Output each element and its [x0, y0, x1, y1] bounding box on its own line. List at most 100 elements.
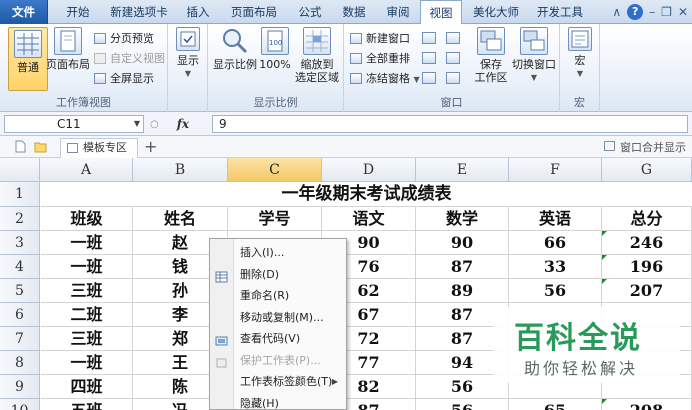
close-icon[interactable]: ✕ — [678, 5, 688, 19]
table-cell[interactable]: 90 — [416, 231, 509, 255]
header-cell[interactable]: 学号 — [228, 207, 322, 231]
row-header-6[interactable]: 6 — [0, 303, 40, 327]
table-cell[interactable]: 207 — [602, 279, 692, 303]
tab-review[interactable]: 审阅 — [378, 0, 418, 24]
save-workspace-button[interactable]: 保存 工作区 — [472, 27, 510, 84]
row-header-2[interactable]: 2 — [0, 207, 40, 231]
header-cell[interactable]: 姓名 — [133, 207, 228, 231]
column-header-d[interactable]: D — [322, 158, 416, 182]
collapse-ribbon-icon[interactable]: ∧ — [612, 5, 621, 19]
row-header-5[interactable]: 5 — [0, 279, 40, 303]
table-cell[interactable]: 56 — [416, 399, 509, 410]
header-cell[interactable]: 总分 — [602, 207, 692, 231]
context-menu-item[interactable]: 移动或复制(M)... — [210, 307, 346, 329]
formula-bar-expand-icon[interactable]: ○ — [150, 119, 159, 130]
row-header-4[interactable]: 4 — [0, 255, 40, 279]
unhide-window-icon[interactable] — [422, 72, 436, 84]
zoom-to-selection-button[interactable]: 缩放到 选定区域 — [292, 27, 342, 84]
tab-beautify[interactable]: 美化大师 — [466, 0, 526, 24]
table-cell[interactable]: 208 — [602, 399, 692, 410]
table-cell[interactable]: 56 — [509, 279, 602, 303]
table-cell[interactable]: 二班 — [41, 303, 133, 327]
show-button[interactable]: 显示 ▼ — [173, 27, 203, 80]
table-cell[interactable]: 一班 — [41, 231, 133, 255]
formula-input[interactable]: 9 — [212, 115, 688, 133]
select-all-corner[interactable] — [0, 158, 40, 182]
normal-view-button[interactable]: 普通 — [8, 27, 48, 91]
minimize-icon[interactable]: – — [649, 5, 655, 19]
view-side-by-side-icon[interactable] — [446, 32, 460, 44]
tab-file[interactable]: 文件 — [0, 0, 48, 24]
synchronous-scrolling-icon[interactable] — [446, 52, 460, 64]
header-cell[interactable]: 英语 — [509, 207, 602, 231]
new-document-icon[interactable] — [14, 140, 27, 153]
context-menu-item[interactable]: 删除(D) — [210, 264, 346, 286]
folder-icon[interactable] — [34, 140, 47, 153]
tab-data[interactable]: 数据 — [334, 0, 374, 24]
header-cell[interactable]: 语文 — [322, 207, 416, 231]
table-cell[interactable]: 33 — [509, 255, 602, 279]
restore-icon[interactable]: ❐ — [661, 5, 672, 19]
context-menu-item[interactable]: 工作表标签颜色(T) ▶ — [210, 371, 346, 393]
chevron-down-icon[interactable]: ▼ — [134, 116, 140, 132]
reset-window-position-icon[interactable] — [446, 72, 460, 84]
context-menu-item[interactable]: 保护工作表(P)... — [210, 350, 346, 372]
column-header-f[interactable]: F — [509, 158, 602, 182]
table-cell[interactable]: 三班 — [41, 327, 133, 351]
column-header-e[interactable]: E — [416, 158, 509, 182]
row-header-10[interactable]: 10 — [0, 399, 40, 410]
full-screen-button[interactable]: 全屏显示 — [92, 70, 154, 87]
sheet-title[interactable]: 一年级期末考试成绩表 — [41, 182, 692, 207]
header-cell[interactable]: 班级 — [41, 207, 133, 231]
new-window-button[interactable]: 新建窗口 — [348, 30, 410, 47]
zoom-100-button[interactable]: 100 100% — [258, 27, 292, 71]
split-icon[interactable] — [422, 32, 436, 44]
tab-home[interactable]: 开始 — [56, 0, 100, 24]
table-cell[interactable]: 五班 — [41, 399, 133, 410]
hide-window-icon[interactable] — [422, 52, 436, 64]
name-box[interactable]: C11 ▼ — [4, 115, 144, 133]
table-cell[interactable]: 87 — [416, 255, 509, 279]
macros-button[interactable]: 宏 ▼ — [564, 27, 596, 80]
page-layout-view-button[interactable]: 页面布局 — [46, 27, 90, 71]
column-header-b[interactable]: B — [133, 158, 228, 182]
row-header-8[interactable]: 8 — [0, 351, 40, 375]
context-menu-item[interactable]: 隐藏(H) — [210, 393, 346, 410]
column-header-g[interactable]: G — [602, 158, 692, 182]
table-cell[interactable]: 65 — [509, 399, 602, 410]
row-header-7[interactable]: 7 — [0, 327, 40, 351]
page-break-preview-button[interactable]: 分页预览 — [92, 30, 154, 47]
table-cell[interactable]: 89 — [416, 279, 509, 303]
tab-page-layout[interactable]: 页面布局 — [222, 0, 286, 24]
header-cell[interactable]: 数学 — [416, 207, 509, 231]
row-header-9[interactable]: 9 — [0, 375, 40, 399]
tab-template-zone[interactable]: 模板专区 — [60, 138, 138, 158]
table-cell[interactable]: 246 — [602, 231, 692, 255]
arrange-all-button[interactable]: 全部重排 — [348, 50, 410, 67]
context-menu-item[interactable]: 插入(I)... — [210, 242, 346, 264]
freeze-panes-button[interactable]: 冻结窗格 ▼ — [348, 70, 420, 87]
insert-function-icon[interactable]: fx — [177, 117, 189, 131]
tab-developer[interactable]: 开发工具 — [530, 0, 590, 24]
table-cell[interactable]: 66 — [509, 231, 602, 255]
merge-windows-button[interactable]: 窗口合并显示 — [604, 139, 686, 155]
table-cell[interactable]: 196 — [602, 255, 692, 279]
table-cell[interactable]: 一班 — [41, 255, 133, 279]
table-cell[interactable]: 四班 — [41, 375, 133, 399]
table-cell[interactable]: 一班 — [41, 351, 133, 375]
context-menu-item[interactable]: 查看代码(V) — [210, 328, 346, 350]
custom-views-button[interactable]: 自定义视图 — [92, 50, 165, 67]
column-header-a[interactable]: A — [40, 158, 133, 182]
row-header-3[interactable]: 3 — [0, 231, 40, 255]
context-menu-item[interactable]: 重命名(R) — [210, 285, 346, 307]
row-header-1[interactable]: 1 — [0, 182, 40, 207]
add-tab-button[interactable]: + — [144, 137, 157, 156]
switch-windows-button[interactable]: 切换窗口 ▼ — [510, 27, 558, 84]
tab-view[interactable]: 视图 — [420, 0, 462, 25]
tab-formulas[interactable]: 公式 — [290, 0, 330, 24]
tab-insert[interactable]: 插入 — [178, 0, 218, 24]
zoom-button[interactable]: 显示比例 — [212, 27, 258, 71]
tab-new-tab[interactable]: 新建选项卡 — [104, 0, 174, 24]
table-cell[interactable]: 三班 — [41, 279, 133, 303]
column-header-c[interactable]: C — [228, 158, 322, 182]
